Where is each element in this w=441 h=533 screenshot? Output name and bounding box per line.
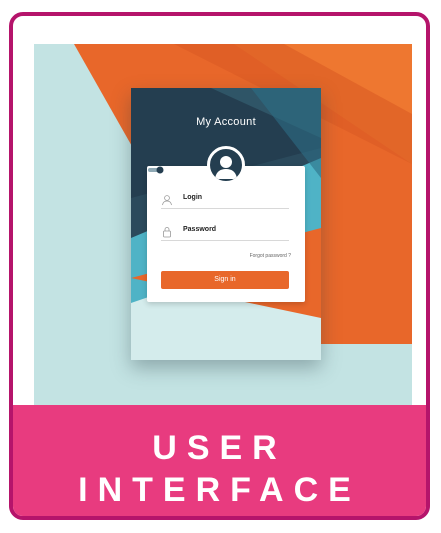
login-form: Login Password Forgot password ? Sign in: [147, 146, 305, 302]
hero-illustration: My Account Login Password Forgot passwor…: [34, 44, 412, 406]
title-banner: USER INTERFACE: [13, 405, 426, 516]
login-label: Login: [183, 194, 203, 201]
user-icon: [161, 194, 173, 206]
banner-line-1: USER: [152, 429, 287, 467]
banner-line-2: INTERFACE: [78, 471, 361, 509]
password-label: Password: [183, 226, 217, 233]
thumbnail-frame: My Account Login Password Forgot passwor…: [9, 12, 430, 520]
lock-icon: [161, 226, 173, 238]
toggle-icon[interactable]: [147, 166, 165, 174]
user-avatar-icon: [207, 146, 245, 184]
login-card: My Account Login Password Forgot passwor…: [131, 88, 321, 360]
forgot-password-link[interactable]: Forgot password ?: [250, 253, 291, 259]
password-field[interactable]: Password: [161, 224, 289, 241]
login-field[interactable]: Login: [161, 192, 289, 209]
card-title: My Account: [196, 116, 256, 128]
sign-in-button[interactable]: Sign in: [161, 271, 289, 289]
